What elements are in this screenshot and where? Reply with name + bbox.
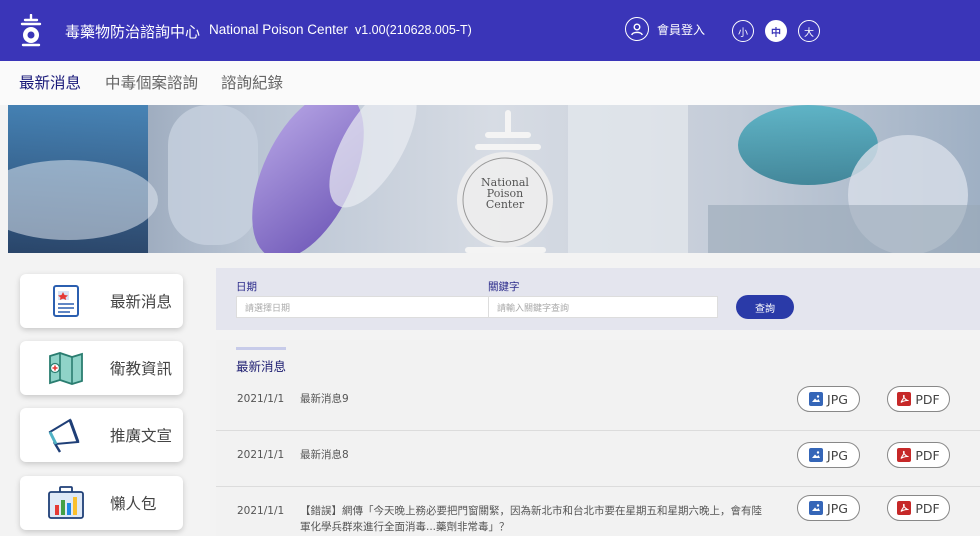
site-name-english: National Poison Center — [209, 22, 348, 37]
pdf-file-icon — [897, 392, 912, 406]
tab-poisoning-consultation[interactable]: 中毒個案諮詢 — [105, 71, 198, 93]
jpg-download-button[interactable]: JPG — [797, 495, 860, 521]
jpg-label: JPG — [827, 447, 848, 463]
sidebar-item-info-pack[interactable]: 懶人包 — [20, 476, 183, 530]
sidebar-item-promotion[interactable]: 推廣文宣 — [20, 408, 183, 462]
hero-banner: National Poison Center — [8, 105, 980, 253]
tab-latest-news[interactable]: 最新消息 — [19, 71, 81, 93]
jpg-label: JPG — [827, 500, 848, 516]
pdf-label: PDF — [915, 447, 940, 463]
member-login-label: 會員登入 — [657, 22, 706, 37]
news-document-icon — [44, 283, 88, 319]
health-map-icon — [44, 350, 88, 386]
sidebar-item-label: 懶人包 — [110, 495, 157, 513]
news-row: 2021/1/1 最新消息8 JPG PDF — [216, 431, 980, 487]
user-icon — [625, 17, 649, 41]
keyword-search-input[interactable]: 請輸入關鍵字查詢 — [488, 296, 718, 318]
jpg-download-button[interactable]: JPG — [797, 442, 860, 468]
site-name[interactable]: 毒藥物防治諮詢中心 — [65, 21, 200, 42]
news-row: 2021/1/1 【錯誤】網傳「今天晚上務必要把門窗關緊，因為新北市和台北市要在… — [216, 487, 980, 536]
chart-package-icon — [44, 485, 88, 521]
search-filter-bar: 日期 請選擇日期 關鍵字 請輸入關鍵字查詢 查詢 — [216, 268, 980, 330]
section-title-underline — [236, 347, 286, 350]
image-file-icon — [809, 448, 824, 462]
font-size-medium-button[interactable]: 中 — [765, 20, 787, 42]
member-login-button[interactable]: 會員登入 — [625, 17, 705, 41]
news-title-link[interactable]: 【錯誤】網傳「今天晚上務必要把門窗關緊，因為新北市和台北市要在星期五和星期六晚上… — [300, 503, 770, 535]
news-date: 2021/1/1 — [237, 449, 285, 461]
pdf-file-icon — [897, 501, 912, 515]
news-list-panel: 最新消息 2021/1/1 最新消息9 JPG PDF 2021/1/1 最新消… — [216, 340, 980, 536]
keyword-label: 關鍵字 — [488, 281, 520, 293]
pdf-download-button[interactable]: PDF — [887, 386, 950, 412]
sidebar-item-health-education[interactable]: 衛教資訊 — [20, 341, 183, 395]
sidebar-item-label: 最新消息 — [110, 293, 173, 311]
font-size-large-button[interactable]: 大 — [798, 20, 820, 42]
news-section-title: 最新消息 — [236, 359, 287, 374]
jpg-label: JPG — [827, 391, 848, 407]
image-file-icon — [809, 501, 824, 515]
image-file-icon — [809, 392, 824, 406]
news-date: 2021/1/1 — [237, 505, 285, 517]
pdf-label: PDF — [915, 500, 940, 516]
jpg-download-button[interactable]: JPG — [797, 386, 860, 412]
news-date: 2021/1/1 — [237, 393, 285, 405]
top-header: 毒藥物防治諮詢中心 National Poison Center v1.00(2… — [0, 0, 980, 61]
sidebar-item-latest-news[interactable]: 最新消息 — [20, 274, 183, 328]
news-title-link[interactable]: 最新消息8 — [300, 447, 760, 463]
megaphone-icon — [44, 417, 88, 453]
main-tabs: 最新消息 中毒個案諮詢 諮詢紀錄 — [0, 61, 980, 105]
news-title-link[interactable]: 最新消息9 — [300, 391, 760, 407]
date-label: 日期 — [236, 281, 257, 293]
sidebar-item-label: 衛教資訊 — [110, 360, 173, 378]
pdf-download-button[interactable]: PDF — [887, 495, 950, 521]
sidebar-item-label: 推廣文宣 — [110, 427, 173, 445]
version-label: v1.00(210628.005-T) — [355, 23, 472, 37]
tab-consultation-records[interactable]: 諮詢紀錄 — [221, 71, 283, 93]
hero-logo-text: National Poison Center — [481, 176, 529, 211]
pdf-label: PDF — [915, 391, 940, 407]
font-size-small-button[interactable]: 小 — [732, 20, 754, 42]
poison-center-logo-icon[interactable] — [18, 14, 44, 48]
pdf-file-icon — [897, 448, 912, 462]
news-row: 2021/1/1 最新消息9 JPG PDF — [216, 376, 980, 431]
pdf-download-button[interactable]: PDF — [887, 442, 950, 468]
search-button[interactable]: 查詢 — [736, 295, 794, 319]
